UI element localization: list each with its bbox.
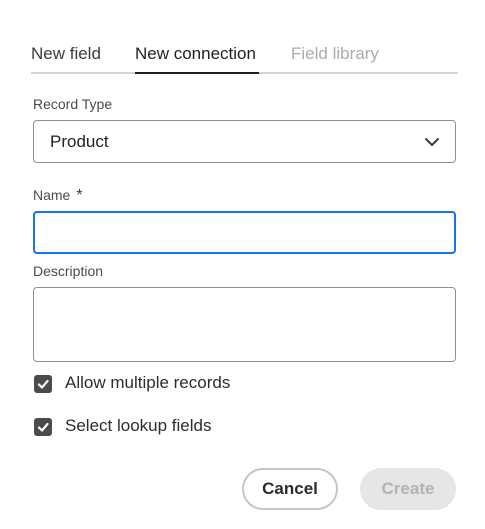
allow-multiple-records-checkbox[interactable] [34,375,52,393]
checkmark-icon [37,422,49,432]
tab-new-connection[interactable]: New connection [135,44,256,64]
record-type-label: Record Type [33,96,113,112]
description-label: Description [33,263,104,279]
allow-multiple-records-label: Allow multiple records [65,373,231,392]
description-textarea[interactable] [33,287,456,362]
chevron-down-icon [425,138,439,146]
name-input[interactable] [33,211,456,254]
create-button: Create [360,468,456,510]
tab-new-field[interactable]: New field [31,44,101,64]
record-type-value: Product [50,132,109,151]
required-asterisk: * [76,187,83,204]
cancel-button[interactable]: Cancel [242,468,338,510]
select-lookup-fields-checkbox[interactable] [34,418,52,436]
name-label: Name * [33,187,83,204]
select-lookup-fields-label: Select lookup fields [65,416,212,435]
name-label-text: Name [33,187,71,203]
tab-field-library: Field library [291,44,379,63]
selected-tab-indicator [135,72,259,74]
tab-bar: New field New connection Field library [31,36,458,74]
checkmark-icon [37,379,49,389]
record-type-dropdown[interactable]: Product [33,120,456,163]
